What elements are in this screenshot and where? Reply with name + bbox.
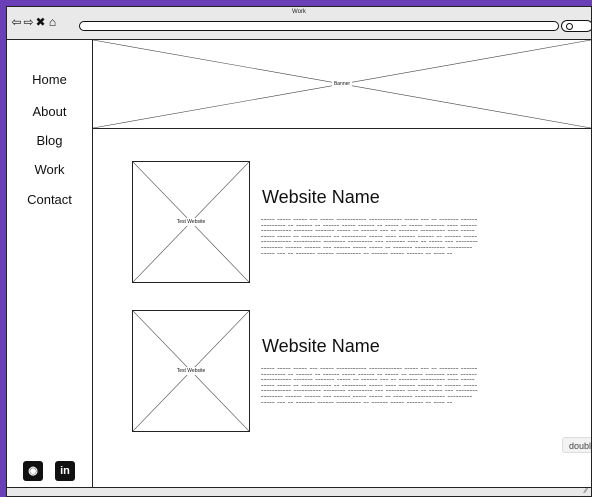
status-bar: ⁄⁄ — [7, 487, 591, 496]
back-arrow-icon[interactable]: ⇦ — [11, 16, 23, 28]
sidebar-item-home[interactable]: Home — [7, 72, 92, 87]
window-title: Work — [292, 9, 306, 15]
github-icon[interactable]: ◉ — [23, 461, 43, 481]
browser-window: Work ⇦⇨✖ ⌂ Home About Blog Work Contact ◉… — [6, 6, 592, 497]
resize-handle-icon[interactable]: ⁄⁄ — [585, 488, 587, 496]
sidebar-item-work[interactable]: Work — [7, 162, 92, 177]
home-icon[interactable]: ⌂ — [47, 16, 59, 28]
close-icon[interactable]: ✖ — [35, 16, 47, 28]
banner-placeholder: Banner — [93, 40, 591, 129]
title-bar: Work ⇦⇨✖ ⌂ — [7, 7, 591, 40]
project-description: ~~~~~ ~~~~~ ~~~~~ ~~~ ~~~~~ ~~~~~~~~~~~ … — [261, 366, 478, 405]
project-thumbnail[interactable]: Test Website — [132, 161, 250, 283]
sidebar-item-about[interactable]: About — [7, 104, 92, 119]
thumbnail-label: Test Website — [174, 218, 208, 226]
sidebar-item-blog[interactable]: Blog — [7, 133, 92, 148]
search-button[interactable] — [561, 20, 591, 32]
linkedin-icon[interactable]: in — [55, 461, 75, 481]
tooltip: double — [562, 437, 591, 453]
project-description: ~~~~~ ~~~~~ ~~~~~ ~~~ ~~~~~ ~~~~~~~~~~~ … — [261, 217, 478, 256]
address-bar[interactable] — [79, 21, 559, 31]
browser-nav-buttons: ⇦⇨✖ ⌂ — [11, 16, 59, 28]
sidebar-nav: Home About Blog Work Contact ◉ in — [7, 40, 93, 496]
forward-arrow-icon[interactable]: ⇨ — [23, 16, 35, 28]
project-title: Website Name — [262, 336, 380, 356]
search-icon — [566, 23, 573, 30]
project-thumbnail[interactable]: Test Website — [132, 310, 250, 432]
banner-label: Banner — [331, 80, 353, 88]
project-title: Website Name — [262, 187, 380, 207]
sidebar-item-contact[interactable]: Contact — [7, 192, 92, 207]
thumbnail-label: Test Website — [174, 367, 208, 375]
